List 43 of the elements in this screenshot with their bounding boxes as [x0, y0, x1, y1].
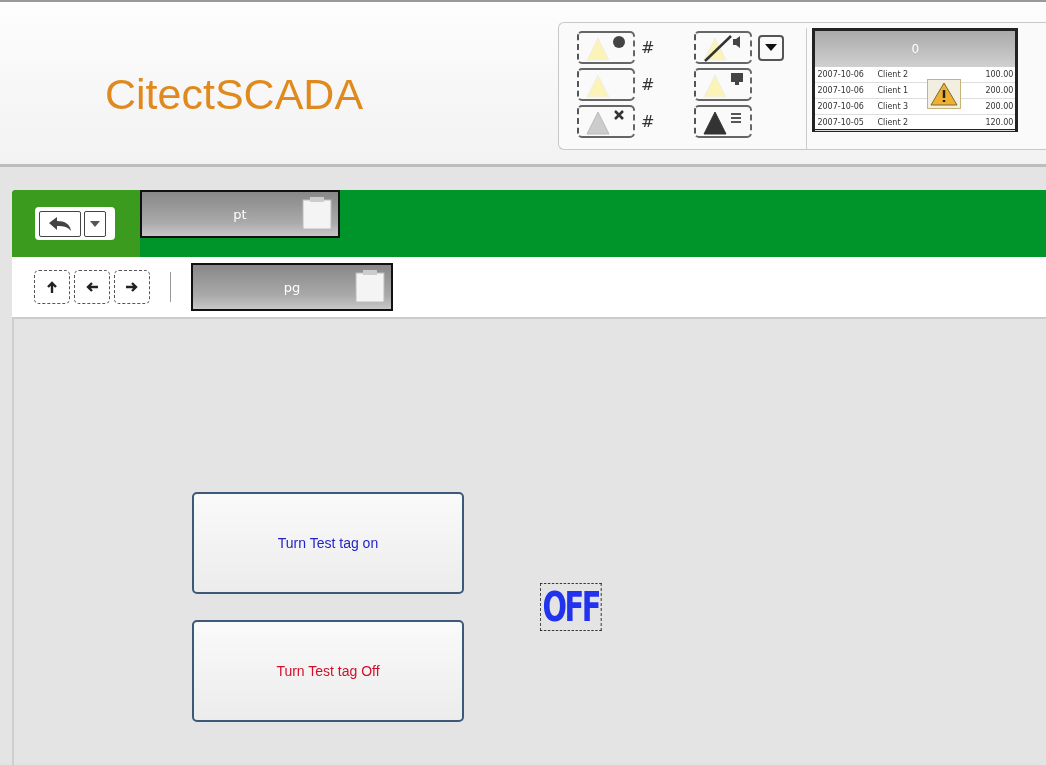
- preview-date: 2007-10-06: [817, 70, 865, 79]
- preview-client: Client 2: [877, 70, 910, 79]
- alarm-tool-button[interactable]: [694, 105, 753, 138]
- preview-header: 0: [815, 31, 1016, 67]
- undo-control[interactable]: [35, 207, 115, 240]
- alarm-count: #: [641, 112, 655, 131]
- nav-button[interactable]: [114, 270, 150, 304]
- alarm-tool-button[interactable]: [694, 31, 753, 64]
- clipboard-icon: [302, 196, 332, 230]
- warning-icon: [927, 79, 962, 109]
- alarm-tool-button[interactable]: [694, 68, 753, 101]
- preview-value: 120.00: [984, 118, 1014, 127]
- preview-value: 200.00: [984, 86, 1014, 95]
- alarm-filter-button[interactable]: [577, 68, 635, 101]
- nav-button[interactable]: [74, 270, 110, 304]
- clipboard-icon: [355, 269, 385, 303]
- command-button[interactable]: Turn Test tag on: [192, 492, 464, 594]
- dropdown-button[interactable]: [758, 34, 785, 61]
- preview-client: Client 2: [877, 118, 910, 127]
- preview-date: 2007-10-06: [817, 102, 865, 111]
- arrow-up-icon: [45, 280, 59, 294]
- logo: CitectSCADA: [105, 70, 365, 119]
- alarm-count: #: [641, 75, 655, 94]
- caret-icon: [765, 44, 778, 51]
- warning-check-icon: [584, 33, 628, 62]
- undo-icon: [47, 214, 73, 233]
- preview-date: 2007-10-06: [817, 86, 865, 95]
- preview-client: Client 3: [877, 102, 910, 111]
- preview-date: 2007-10-05: [817, 118, 865, 127]
- arrow-right-icon: [125, 280, 139, 294]
- preview-value: 100.00: [984, 70, 1014, 79]
- page-tab[interactable]: pt: [140, 190, 340, 238]
- preview-client: Client 1: [877, 86, 910, 95]
- preview-value: 200.00: [984, 102, 1014, 111]
- alarm-preview[interactable]: 0 2007-10-06 Client 2 100.00 2007-10-06 Client 1 200.00 2007-10-06 Client 3 200.00 2007-10-05 Client 2 120.00: [812, 28, 1019, 132]
- arrow-left-icon: [85, 280, 99, 294]
- command-button[interactable]: Turn Test tag Off: [192, 620, 464, 722]
- nav-button[interactable]: [34, 270, 70, 304]
- caret-icon: [90, 220, 100, 227]
- alarm-filter-button[interactable]: [577, 105, 635, 138]
- warning-monitor-icon: [701, 70, 746, 99]
- alarm-count: #: [641, 38, 655, 57]
- alarm-filter-button[interactable]: [577, 31, 635, 64]
